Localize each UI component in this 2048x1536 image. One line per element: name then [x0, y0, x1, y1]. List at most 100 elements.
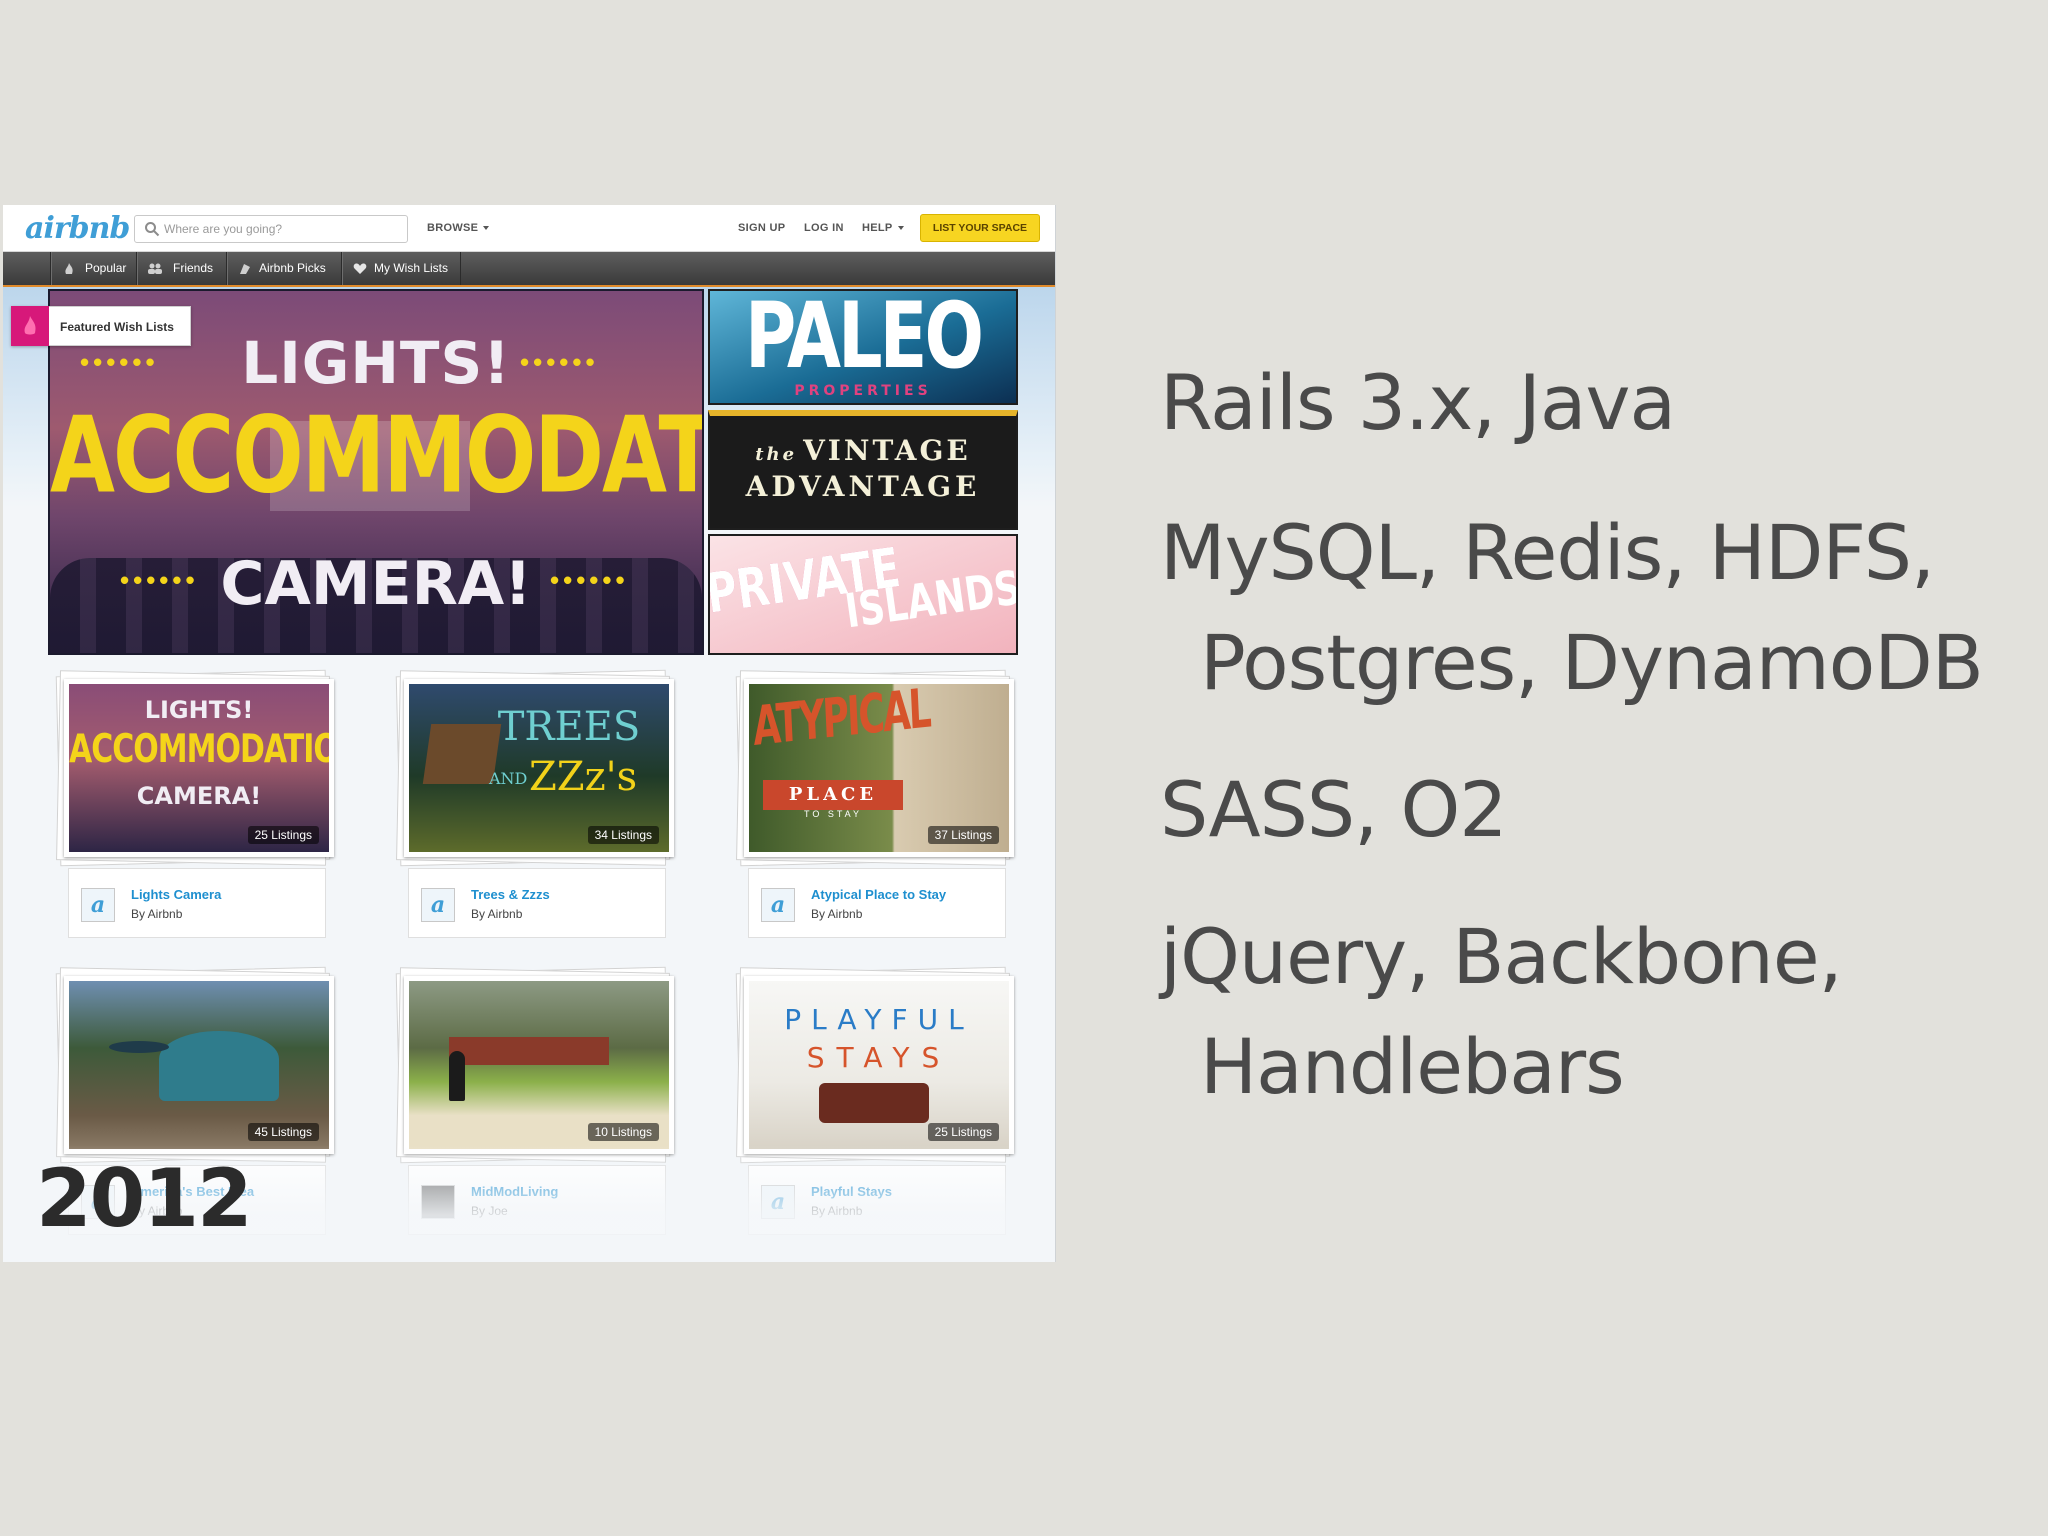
card-info: a Lights Camera By Airbnb	[68, 868, 326, 938]
tab-friends[interactable]: Friends	[136, 252, 226, 285]
tech-line-sass-o2: SASS, O2	[1160, 765, 1508, 854]
top-navbar: airbnb BROWSE SIGN UP LOG IN HELP LIST Y…	[3, 205, 1055, 252]
card-photo-text: TO STAY	[803, 809, 862, 819]
banner-private-islands[interactable]: PRIVATE ISLANDS	[708, 534, 1018, 655]
listing-count: 37 Listings	[927, 826, 999, 844]
list-your-space-button[interactable]: LIST YOUR SPACE	[920, 214, 1040, 242]
tech-line-rails-java: Rails 3.x, Java	[1160, 358, 1676, 447]
card-photo: PLAYFUL STAYS 25 Listings	[744, 976, 1014, 1154]
card-photo: 10 Listings	[404, 976, 674, 1154]
listing-count: 34 Listings	[587, 826, 659, 844]
featured-wish-lists-badge: Featured Wish Lists	[11, 306, 191, 346]
card-photo: ATYPICAL PLACE TO STAY 37 Listings	[744, 679, 1014, 857]
flame-icon	[65, 263, 73, 274]
card-info: a Atypical Place to Stay By Airbnb	[748, 868, 1006, 938]
airbnb-logo[interactable]: airbnb	[25, 211, 130, 246]
tab-label: Friends	[173, 261, 214, 275]
card-title[interactable]: Lights Camera	[131, 887, 221, 902]
tech-line-databases-cont: Postgres, DynamoDB	[1200, 618, 1984, 707]
wishlist-card[interactable]: PLAYFUL STAYS 25 Listings a Playful Stay…	[735, 966, 1014, 1240]
card-photo-yurt	[159, 1031, 279, 1101]
card-title[interactable]: MidModLiving	[471, 1184, 558, 1199]
banner-subtitle: PROPERTIES	[794, 383, 932, 399]
listing-count: 25 Listings	[927, 1123, 999, 1141]
card-photo-umbrella	[109, 1041, 169, 1053]
flame-icon	[24, 316, 36, 335]
card-photo: LIGHTS! ACCOMMODATION! CAMERA! 25 Listin…	[64, 679, 334, 857]
card-photo-golfer	[449, 1051, 465, 1101]
banner-title: VINTAGE	[803, 434, 971, 467]
heart-icon	[353, 263, 367, 274]
tab-label: Popular	[85, 261, 127, 275]
airbnb-avatar-icon: a	[761, 1185, 795, 1219]
card-author: By Airbnb	[131, 907, 183, 921]
card-author: By Airbnb	[811, 1204, 863, 1218]
card-author: By Joe	[471, 1204, 508, 1218]
hero-line-3: CAMERA!	[220, 549, 532, 619]
tech-line-databases: MySQL, Redis, HDFS,	[1160, 508, 1935, 597]
banner-prefix: the	[755, 444, 798, 465]
chevron-down-icon	[897, 226, 904, 231]
card-title[interactable]: Atypical Place to Stay	[811, 887, 946, 902]
search-box[interactable]	[134, 215, 408, 243]
flame-badge	[11, 306, 49, 346]
card-author: By Airbnb	[811, 907, 863, 921]
banner-paleo-properties[interactable]: PALEO PROPERTIES	[708, 289, 1018, 405]
search-icon	[145, 222, 160, 237]
card-photo-text: ZZz's	[529, 754, 638, 800]
wishlist-card[interactable]: ATYPICAL PLACE TO STAY 37 Listings a Aty…	[735, 669, 1014, 943]
card-photo: TREES AND ZZz's 34 Listings	[404, 679, 674, 857]
card-info: a Trees & Zzzs By Airbnb	[408, 868, 666, 938]
listing-count: 25 Listings	[247, 826, 319, 844]
card-photo: 45 Listings	[64, 976, 334, 1154]
browse-label: BROWSE	[427, 222, 479, 234]
hero-line-2: ACCOMMODATION!	[50, 393, 704, 517]
featured-wish-lists-label: Featured Wish Lists	[60, 320, 174, 334]
year-label: 2012	[36, 1152, 253, 1245]
card-title[interactable]: Playful Stays	[811, 1184, 892, 1199]
airbnb-avatar-icon: a	[81, 888, 115, 922]
card-photo-text: ATYPICAL	[751, 679, 931, 759]
people-icon	[148, 263, 162, 274]
chevron-down-icon	[483, 226, 490, 231]
card-photo-house	[449, 1037, 609, 1065]
card-photo-text: CAMERA!	[136, 782, 262, 810]
help-label: HELP	[862, 222, 893, 234]
tab-popular[interactable]: Popular	[50, 252, 136, 285]
card-author: By Airbnb	[471, 907, 523, 921]
wishlist-card[interactable]: LIGHTS! ACCOMMODATION! CAMERA! 25 Listin…	[55, 669, 334, 943]
card-photo-text: AND	[489, 769, 528, 788]
tab-label: Airbnb Picks	[259, 261, 326, 275]
wishlist-card[interactable]: 10 Listings • MidModLiving By Joe	[395, 966, 674, 1240]
login-link[interactable]: LOG IN	[804, 222, 844, 234]
signup-link[interactable]: SIGN UP	[738, 222, 785, 234]
user-avatar-icon: •	[421, 1185, 455, 1219]
card-photo-text: TREES	[497, 704, 641, 750]
airbnb-avatar-icon: a	[761, 888, 795, 922]
banner-subtitle: ADVANTAGE	[745, 470, 981, 503]
wishlist-tab-bar: Popular Friends Airbnb Picks My Wish Lis…	[3, 252, 1055, 287]
tech-line-frontend-cont: Handlebars	[1200, 1022, 1625, 1111]
card-info: • MidModLiving By Joe	[408, 1165, 666, 1235]
tab-label: My Wish Lists	[374, 261, 449, 275]
card-title[interactable]: Trees & Zzzs	[471, 887, 550, 902]
picks-icon	[240, 264, 250, 274]
listing-count: 10 Listings	[587, 1123, 659, 1141]
browse-menu[interactable]: BROWSE	[427, 222, 490, 234]
help-menu[interactable]: HELP	[862, 222, 904, 234]
banner-vintage-advantage[interactable]: the VINTAGE ADVANTAGE	[708, 410, 1018, 530]
banner-title: PALEO	[745, 289, 984, 390]
tech-line-frontend: jQuery, Backbone,	[1160, 912, 1843, 1001]
tab-my-wish-lists[interactable]: My Wish Lists	[341, 252, 461, 285]
tab-airbnb-picks[interactable]: Airbnb Picks	[226, 252, 341, 285]
airbnb-avatar-icon: a	[421, 888, 455, 922]
card-info: a Playful Stays By Airbnb	[748, 1165, 1006, 1235]
search-input[interactable]	[164, 219, 400, 239]
card-photo-text: PLACE	[763, 780, 903, 810]
card-photo-text: PLAYFUL	[784, 1003, 974, 1036]
wishlist-card[interactable]: TREES AND ZZz's 34 Listings a Trees & Zz…	[395, 669, 674, 943]
card-photo-text: LIGHTS!	[144, 696, 254, 724]
airbnb-screenshot: airbnb BROWSE SIGN UP LOG IN HELP LIST Y…	[3, 205, 1056, 1262]
card-photo-text: STAYS	[806, 1041, 952, 1074]
listing-count: 45 Listings	[247, 1123, 319, 1141]
